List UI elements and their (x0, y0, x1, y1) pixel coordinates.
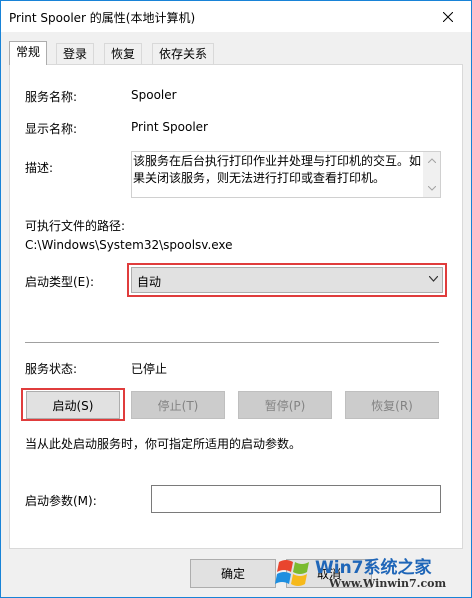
start-params-input[interactable] (151, 485, 441, 513)
display-name-label: 显示名称: (25, 122, 78, 136)
title-bar: Print Spooler 的属性(本地计算机) (1, 1, 471, 32)
highlight-startup-type (127, 263, 447, 297)
pause-button[interactable]: 暂停(P) (238, 391, 332, 419)
watermark-brand: Win7系统之家 (315, 558, 432, 578)
service-status-value: 已停止 (131, 362, 168, 376)
path-label: 可执行文件的路径: (25, 219, 126, 233)
service-name-label: 服务名称: (25, 90, 78, 104)
service-properties-dialog: Print Spooler 的属性(本地计算机) 常规 登录 恢复 依存关系 服… (0, 0, 472, 598)
description-text: 该服务在后台执行打印作业并处理与打印机的交互。如果关闭该服务，则无法进行打印或查… (133, 154, 422, 185)
close-button[interactable] (425, 1, 471, 32)
windows-logo-icon (275, 560, 309, 586)
service-status-label: 服务状态: (25, 362, 78, 376)
scroll-down-button[interactable] (423, 180, 440, 197)
scroll-up-button[interactable] (423, 152, 440, 169)
watermark-url: Www.Winwin7.com (329, 577, 447, 590)
resume-button[interactable]: 恢复(R) (345, 391, 439, 419)
start-params-hint: 当从此处启动服务时，你可指定所适用的启动参数。 (25, 437, 302, 451)
tab-recovery[interactable]: 恢复 (104, 43, 143, 64)
tab-general[interactable]: 常规 (9, 41, 48, 65)
description-label: 描述: (25, 161, 54, 175)
ok-button[interactable]: 确定 (190, 559, 276, 588)
close-icon (443, 11, 453, 22)
chevron-down-icon (427, 186, 436, 191)
tab-logon[interactable]: 登录 (56, 43, 95, 64)
display-name-value: Print Spooler (131, 120, 208, 134)
window-title: Print Spooler 的属性(本地计算机) (9, 11, 196, 25)
description-box[interactable]: 该服务在后台执行打印作业并处理与打印机的交互。如果关闭该服务，则无法进行打印或查… (131, 151, 441, 198)
highlight-start-button (21, 388, 125, 421)
divider (25, 342, 439, 343)
service-name-value: Spooler (131, 88, 177, 102)
path-value: C:\Windows\System32\spoolsv.exe (25, 238, 233, 252)
chevron-up-icon (427, 158, 436, 163)
stop-button[interactable]: 停止(T) (131, 391, 225, 419)
description-scrollbar[interactable] (423, 152, 440, 197)
site-watermark: Win7系统之家 Www.Winwin7.com (271, 545, 471, 598)
tab-panel-general (9, 64, 463, 549)
tab-dependencies[interactable]: 依存关系 (152, 43, 215, 64)
startup-type-label: 启动类型(E): (25, 275, 94, 289)
start-params-label: 启动参数(M): (25, 494, 97, 508)
